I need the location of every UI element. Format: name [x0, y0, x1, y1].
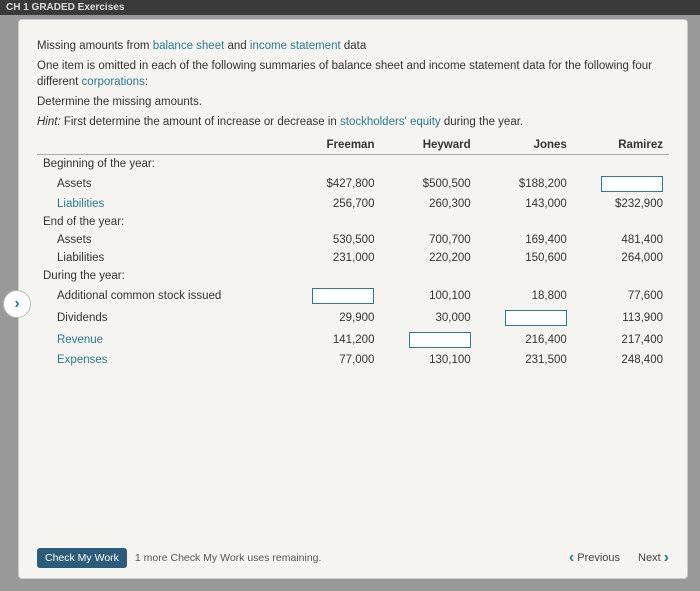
- input-heyward-revenue[interactable]: [409, 332, 471, 348]
- cell: 130,100: [380, 351, 476, 369]
- cell: 150,600: [477, 249, 573, 267]
- input-freeman-addl-stock[interactable]: [312, 288, 374, 304]
- col-freeman: Freeman: [284, 136, 380, 155]
- table-row: Liabilities 231,000 220,200 150,600 264,…: [37, 249, 669, 267]
- cell: 143,000: [477, 195, 573, 213]
- cell: 100,100: [380, 285, 476, 307]
- previous-button[interactable]: ‹ Previous: [569, 549, 620, 567]
- cell: $427,800: [284, 173, 380, 195]
- chevron-right-icon: ›: [664, 549, 669, 567]
- table-row: Expenses 77,000 130,100 231,500 248,400: [37, 351, 669, 369]
- row-dividends-label: Dividends: [37, 307, 284, 329]
- income-statement-link[interactable]: income statement: [250, 40, 341, 52]
- cell: 231,000: [284, 249, 380, 267]
- cell: [284, 285, 380, 307]
- previous-label: Previous: [577, 552, 620, 564]
- cell: [380, 329, 476, 351]
- table-row: Additional common stock issued 100,100 1…: [37, 285, 669, 307]
- section-end: End of the year:: [37, 213, 284, 231]
- row-end-assets-label: Assets: [37, 231, 284, 249]
- cell: 248,400: [573, 351, 669, 369]
- section-during: During the year:: [37, 267, 284, 285]
- cell: $500,500: [380, 173, 476, 195]
- table-row: Assets $427,800 $500,500 $188,200: [37, 173, 669, 195]
- check-remaining-text: 1 more Check My Work uses remaining.: [135, 552, 322, 564]
- cell: 220,200: [380, 249, 476, 267]
- cell: 77,600: [573, 285, 669, 307]
- input-jones-dividends[interactable]: [505, 310, 567, 326]
- cell: 260,300: [380, 195, 476, 213]
- corporations-link[interactable]: corporations: [82, 76, 145, 88]
- prev-page-circle[interactable]: ›: [3, 290, 31, 318]
- problem-card: › Missing amounts from balance sheet and…: [18, 19, 688, 579]
- table-row: Liabilities 256,700 260,300 143,000 $232…: [37, 195, 669, 213]
- next-button[interactable]: Next ›: [638, 549, 669, 567]
- chevron-left-icon: ‹: [569, 549, 574, 567]
- cell: $188,200: [477, 173, 573, 195]
- col-heyward: Heyward: [380, 136, 476, 155]
- cell: 481,400: [573, 231, 669, 249]
- cell: $232,900: [573, 195, 669, 213]
- col-ramirez: Ramirez: [573, 136, 669, 155]
- row-beg-liab-label: Liabilities: [37, 195, 284, 213]
- cell: 256,700: [284, 195, 380, 213]
- breadcrumb-strip: CH 1 GRADED Exercises: [0, 0, 700, 15]
- cell: 700,700: [380, 231, 476, 249]
- table-row: Revenue 141,200 216,400 217,400: [37, 329, 669, 351]
- problem-hint: Hint: First determine the amount of incr…: [37, 114, 669, 130]
- input-ramirez-beg-assets[interactable]: [601, 176, 663, 192]
- cell: 29,900: [284, 307, 380, 329]
- cell: 30,000: [380, 307, 476, 329]
- cell: 217,400: [573, 329, 669, 351]
- table-row: Dividends 29,900 30,000 113,900: [37, 307, 669, 329]
- cell: 231,500: [477, 351, 573, 369]
- cell: [573, 173, 669, 195]
- section-beg: Beginning of the year:: [37, 155, 284, 173]
- cell: 169,400: [477, 231, 573, 249]
- row-addl-stock-label: Additional common stock issued: [37, 285, 284, 307]
- row-expenses-label: Expenses: [37, 351, 284, 369]
- problem-title: Missing amounts from balance sheet and i…: [37, 38, 669, 54]
- problem-instruction: Determine the missing amounts.: [37, 94, 669, 110]
- cell: 18,800: [477, 285, 573, 307]
- data-table: Freeman Heyward Jones Ramirez Beginning …: [37, 136, 669, 369]
- col-jones: Jones: [477, 136, 573, 155]
- row-end-liab-label: Liabilities: [37, 249, 284, 267]
- table-row: Assets 530,500 700,700 169,400 481,400: [37, 231, 669, 249]
- cell: 141,200: [284, 329, 380, 351]
- check-my-work-button[interactable]: Check My Work: [37, 548, 127, 568]
- row-beg-assets-label: Assets: [37, 173, 284, 195]
- cell: 216,400: [477, 329, 573, 351]
- problem-intro: One item is omitted in each of the follo…: [37, 58, 669, 90]
- balance-sheet-link[interactable]: balance sheet: [153, 40, 225, 52]
- table-header-row: Freeman Heyward Jones Ramirez: [37, 136, 669, 155]
- cell: 264,000: [573, 249, 669, 267]
- cell: 77,000: [284, 351, 380, 369]
- cell: [477, 307, 573, 329]
- next-label: Next: [638, 552, 661, 564]
- hint-label: Hint:: [37, 116, 61, 128]
- cell: 530,500: [284, 231, 380, 249]
- stockholders-equity-link[interactable]: stockholders' equity: [340, 116, 441, 128]
- row-revenue-label: Revenue: [37, 329, 284, 351]
- chevron-right-icon: ›: [14, 295, 19, 313]
- cell: 113,900: [573, 307, 669, 329]
